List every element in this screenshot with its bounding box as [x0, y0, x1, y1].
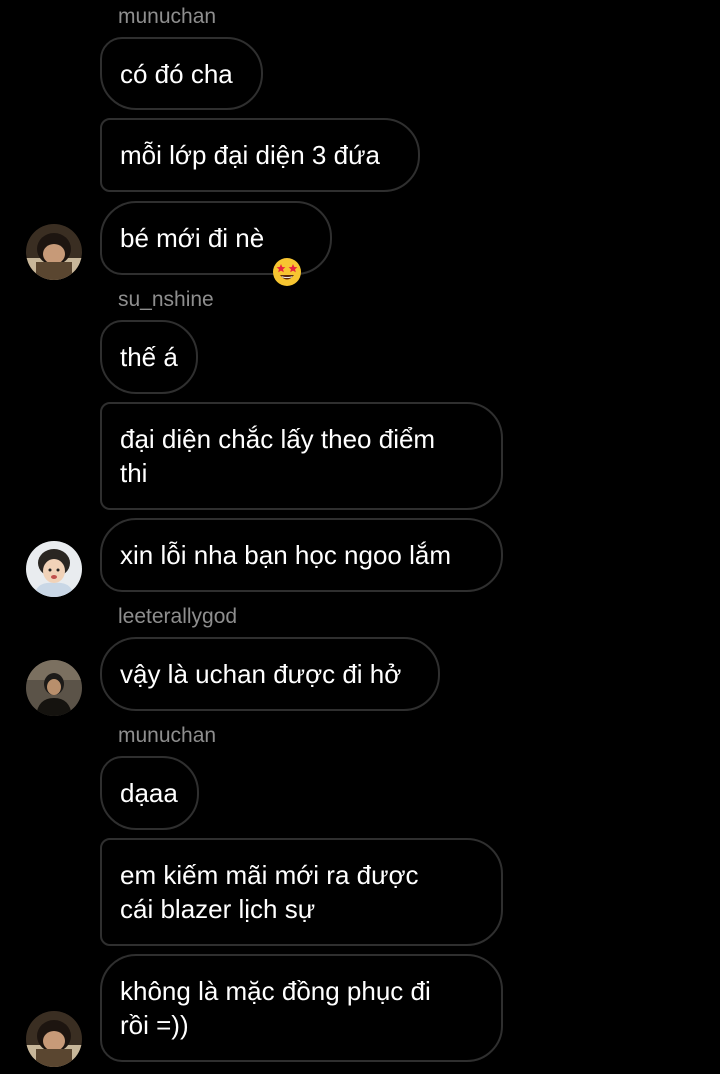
message-bubble[interactable]: đại diện chắc lấy theo điểm thi — [100, 402, 503, 510]
message-text: bé mới đi nè — [120, 223, 265, 253]
message-bubble[interactable]: bé mới đi nè — [100, 201, 332, 286]
avatar-munuchan[interactable] — [26, 224, 82, 280]
message-bubble[interactable]: vậy là uchan được đi hở — [100, 637, 440, 711]
message-bubble[interactable]: dạaa — [100, 756, 199, 830]
chat-thread: munuchan có đó cha mỗi lớp đại diện 3 đứ… — [0, 0, 720, 1074]
message-bubble[interactable]: có đó cha — [100, 37, 263, 110]
message-text: đại diện chắc lấy theo điểm thi — [120, 424, 436, 488]
sender-name: munuchan — [118, 5, 217, 28]
sender-name: leeterallygod — [118, 605, 238, 628]
message-text: xin lỗi nha bạn học ngoo lắm — [120, 540, 452, 570]
avatar-su_nshine[interactable] — [26, 541, 82, 597]
message-text: có đó cha — [120, 58, 233, 89]
sender-name: su_nshine — [118, 288, 214, 311]
message-text: em kiếm mãi mới ra được cái blazer lịch … — [120, 860, 419, 924]
message-text: mỗi lớp đại diện 3 đứa — [120, 140, 380, 170]
message-text: thế á — [120, 342, 178, 372]
message-bubble[interactable]: xin lỗi nha bạn học ngoo lắm — [100, 518, 503, 592]
message-bubble[interactable]: mỗi lớp đại diện 3 đứa — [100, 118, 420, 192]
message-bubble[interactable]: em kiếm mãi mới ra được cái blazer lịch … — [100, 838, 503, 946]
avatar-munuchan[interactable] — [26, 1011, 82, 1067]
message-bubble[interactable]: thế á — [100, 320, 198, 394]
message-text: dạaa — [120, 778, 178, 808]
message-text: không là mặc đồng phục đi rồi =)) — [120, 976, 431, 1040]
message-bubble[interactable]: không là mặc đồng phục đi rồi =)) — [100, 954, 503, 1062]
star-struck-emoji-icon — [272, 223, 302, 286]
avatar-leeterallygod[interactable] — [26, 660, 82, 716]
message-text: vậy là uchan được đi hở — [120, 659, 402, 689]
sender-name: munuchan — [118, 724, 217, 747]
